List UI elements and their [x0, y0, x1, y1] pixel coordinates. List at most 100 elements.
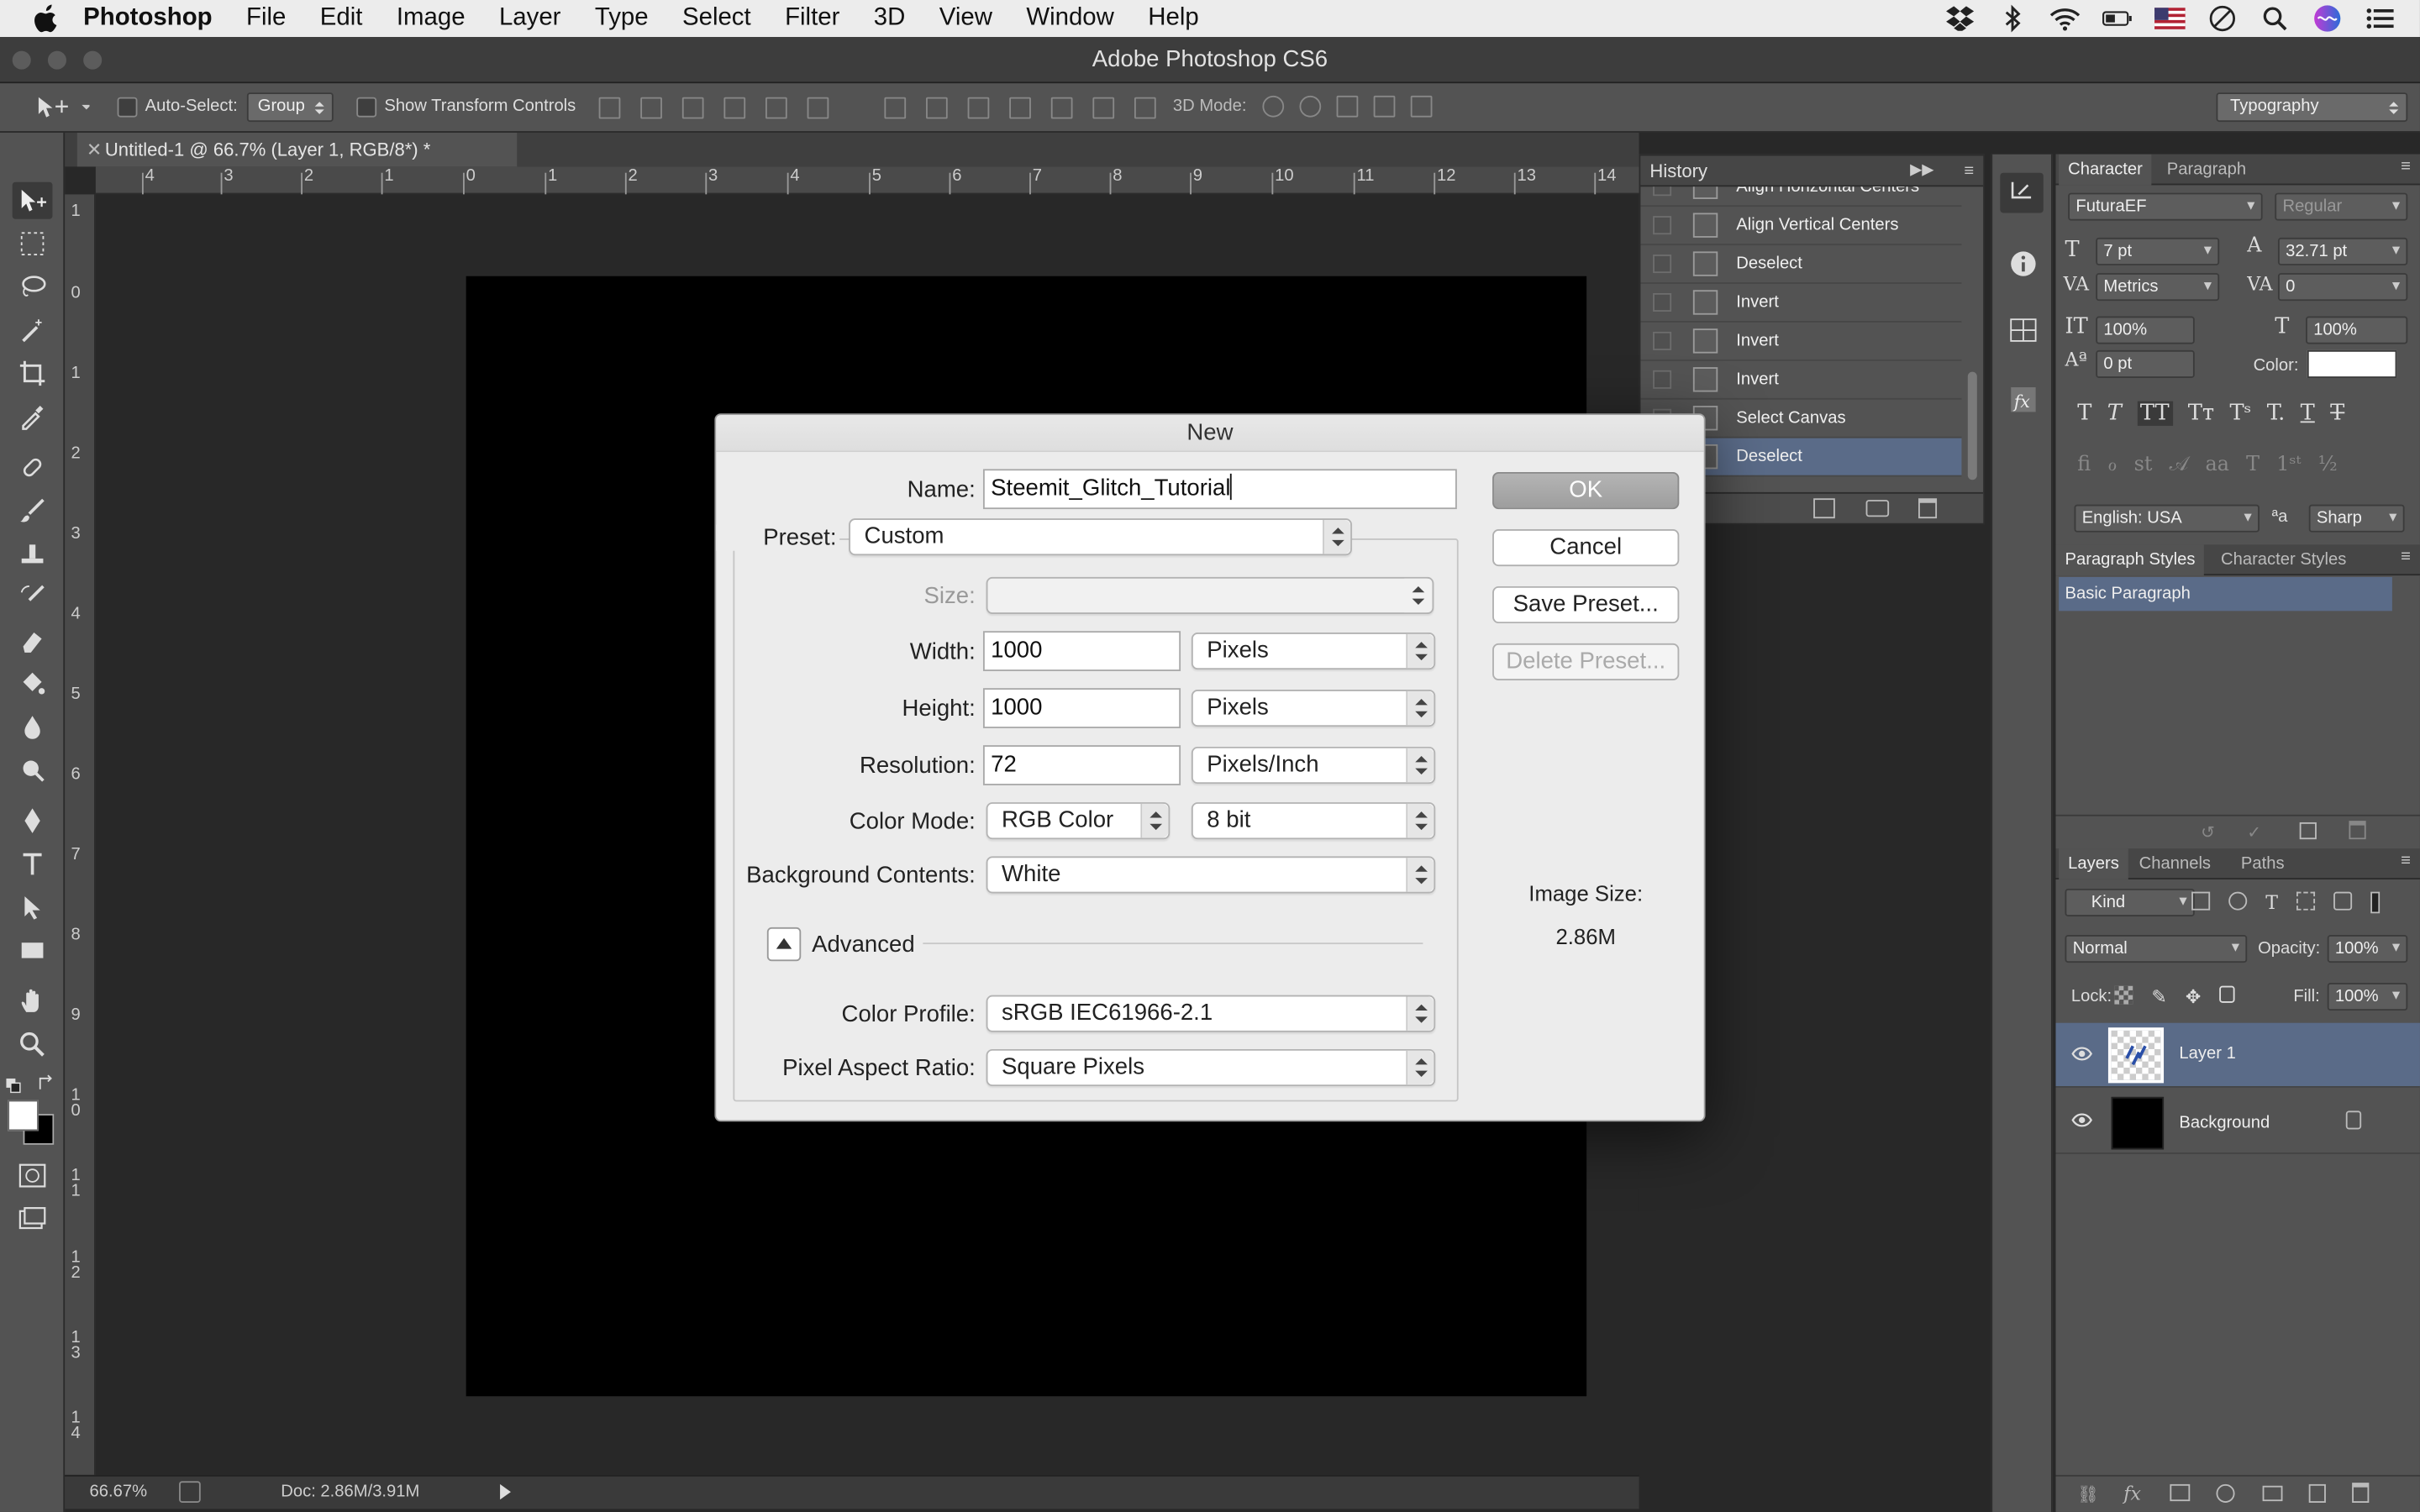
spot-healing-tool-icon[interactable]	[13, 449, 53, 486]
eraser-tool-icon[interactable]	[13, 622, 53, 659]
text-color-swatch[interactable]	[2307, 349, 2397, 378]
strikethrough-icon[interactable]: T	[2330, 402, 2344, 426]
history-snapshot-checkbox[interactable]	[1653, 255, 1672, 274]
quick-selection-tool-icon[interactable]	[13, 312, 53, 349]
blur-tool-icon[interactable]	[13, 708, 53, 745]
delete-style-icon[interactable]	[2349, 821, 2366, 840]
align-left-edges-icon[interactable]	[723, 97, 746, 119]
subscript-icon[interactable]: T.	[2267, 402, 2286, 426]
width-unit-select[interactable]: Pixels	[1191, 633, 1436, 670]
layer-row[interactable]: Background	[2055, 1089, 2420, 1154]
lasso-tool-icon[interactable]	[13, 269, 53, 306]
horizontal-scale-field[interactable]: 100%	[2306, 316, 2408, 344]
panel-menu-icon[interactable]: ≡	[2401, 157, 2411, 176]
tab-paths[interactable]: Paths	[2232, 848, 2294, 879]
resolution-unit-select[interactable]: Pixels/Inch	[1191, 746, 1436, 785]
close-document-icon[interactable]: ✕	[87, 133, 102, 166]
color-profile-select[interactable]: sRGB IEC61966-2.1	[986, 995, 1436, 1032]
auto-select-checkbox[interactable]	[117, 97, 138, 118]
redefine-style-icon[interactable]: ✓	[2247, 822, 2261, 843]
new-style-icon[interactable]	[2299, 822, 2317, 840]
do-not-disturb-icon[interactable]	[2207, 3, 2238, 34]
paragraph-style-item[interactable]: Basic Paragraph	[2059, 576, 2392, 612]
delete-state-icon[interactable]	[1918, 498, 1938, 519]
anti-alias-select[interactable]: Sharp	[2308, 504, 2405, 533]
status-info-icon[interactable]	[179, 1481, 201, 1503]
info-panel-icon[interactable]	[2009, 250, 2037, 286]
layer-visibility-eye-icon[interactable]	[2071, 1043, 2093, 1065]
lock-all-icon[interactable]	[2219, 985, 2235, 1003]
spotlight-search-icon[interactable]	[2260, 3, 2291, 34]
3d-roll-icon[interactable]	[1299, 95, 1322, 118]
styles-panel-icon[interactable]: fx	[2009, 386, 2037, 421]
ok-button[interactable]: OK	[1492, 472, 1680, 510]
new-adjustment-layer-icon[interactable]	[2216, 1483, 2235, 1503]
screen-mode-icon[interactable]	[13, 1200, 53, 1237]
discretionary-ligatures-icon[interactable]: st	[2134, 454, 2153, 477]
menu-filter[interactable]: Filter	[785, 5, 839, 33]
background-contents-select[interactable]: White	[986, 856, 1436, 894]
titling-alternates-icon[interactable]: T	[2246, 454, 2260, 477]
battery-icon[interactable]	[2102, 3, 2133, 34]
panel-menu-icon[interactable]: ≡	[2401, 852, 2411, 870]
swatches-panel-icon[interactable]	[2009, 318, 2037, 350]
tab-paragraph-styles[interactable]: Paragraph Styles	[2055, 544, 2205, 576]
layer-filter-kind[interactable]: Kind	[2065, 888, 2195, 916]
move-tool-icon[interactable]	[12, 181, 53, 219]
3d-scale-icon[interactable]	[1410, 95, 1433, 118]
type-tool-icon[interactable]	[13, 846, 53, 883]
3d-rotate-icon[interactable]	[1262, 95, 1285, 118]
align-top-edges-icon[interactable]	[598, 97, 621, 119]
brush-tool-icon[interactable]	[13, 492, 53, 529]
marquee-tool-icon[interactable]	[13, 225, 53, 262]
new-layer-icon[interactable]	[2308, 1483, 2326, 1503]
font-size-field[interactable]: 7 pt	[2096, 237, 2220, 265]
language-select[interactable]: English: USA	[2074, 504, 2260, 533]
align-right-edges-icon[interactable]	[807, 97, 829, 119]
menu-file[interactable]: File	[246, 5, 286, 33]
filter-shape-icon[interactable]	[2296, 891, 2316, 911]
apple-icon[interactable]	[31, 3, 62, 34]
lock-transparent-icon[interactable]	[2114, 985, 2133, 1005]
default-colors-icon[interactable]	[6, 1074, 24, 1101]
all-caps-icon[interactable]: TT	[2137, 401, 2173, 426]
align-bottom-edges-icon[interactable]	[681, 97, 704, 119]
menu-type[interactable]: Type	[595, 5, 649, 33]
siri-icon[interactable]	[2312, 3, 2343, 34]
ligatures-icon[interactable]: ﬁ	[2077, 454, 2091, 477]
pen-tool-icon[interactable]	[13, 802, 53, 839]
hand-tool-icon[interactable]	[13, 983, 53, 1020]
height-input[interactable]: 1000	[982, 688, 1181, 728]
history-item[interactable]: Deselect	[1640, 245, 1962, 284]
crop-tool-icon[interactable]	[13, 354, 53, 391]
tab-character[interactable]: Character	[2059, 154, 2152, 186]
font-family-select[interactable]: FuturaEF	[2068, 192, 2263, 221]
distribute-right-icon[interactable]	[1092, 97, 1115, 119]
tab-channels[interactable]: Channels	[2130, 848, 2220, 879]
tab-layers[interactable]: Layers	[2059, 848, 2128, 879]
history-snapshot-checkbox[interactable]	[1653, 370, 1672, 389]
baseline-shift-field[interactable]: 0 pt	[2096, 349, 2195, 378]
distribute-left-icon[interactable]	[1009, 97, 1031, 119]
contextual-alternates-icon[interactable]: ℴ	[2107, 454, 2117, 477]
3d-slide-icon[interactable]	[1373, 95, 1396, 118]
ordinals-icon[interactable]: 1ˢᵗ	[2276, 454, 2301, 477]
panel-menu-icon[interactable]: ≡	[1964, 156, 1974, 187]
filter-toggle-icon[interactable]	[2370, 891, 2381, 914]
distribute-top-icon[interactable]	[884, 97, 907, 119]
history-scrollbar[interactable]	[1967, 371, 1977, 480]
opacity-field[interactable]: 100%	[2327, 935, 2408, 963]
resolution-input[interactable]: 72	[982, 745, 1181, 785]
dodge-tool-icon[interactable]	[13, 751, 53, 788]
history-snapshot-checkbox[interactable]	[1653, 331, 1672, 350]
document-name-input[interactable]: Steemit_Glitch_Tutorial	[982, 469, 1457, 510]
history-item[interactable]: Invert	[1640, 284, 1962, 323]
filter-type-icon[interactable]: T	[2265, 892, 2278, 914]
fill-field[interactable]: 100%	[2327, 982, 2408, 1011]
dropbox-icon[interactable]	[1944, 3, 1975, 34]
zoom-tool-icon[interactable]	[13, 1026, 53, 1063]
flag-us-icon[interactable]	[2154, 3, 2186, 34]
status-menu-arrow-icon[interactable]	[500, 1483, 511, 1500]
auto-align-layers-icon[interactable]	[1134, 97, 1156, 119]
layer-name[interactable]: Background	[2179, 1114, 2270, 1132]
